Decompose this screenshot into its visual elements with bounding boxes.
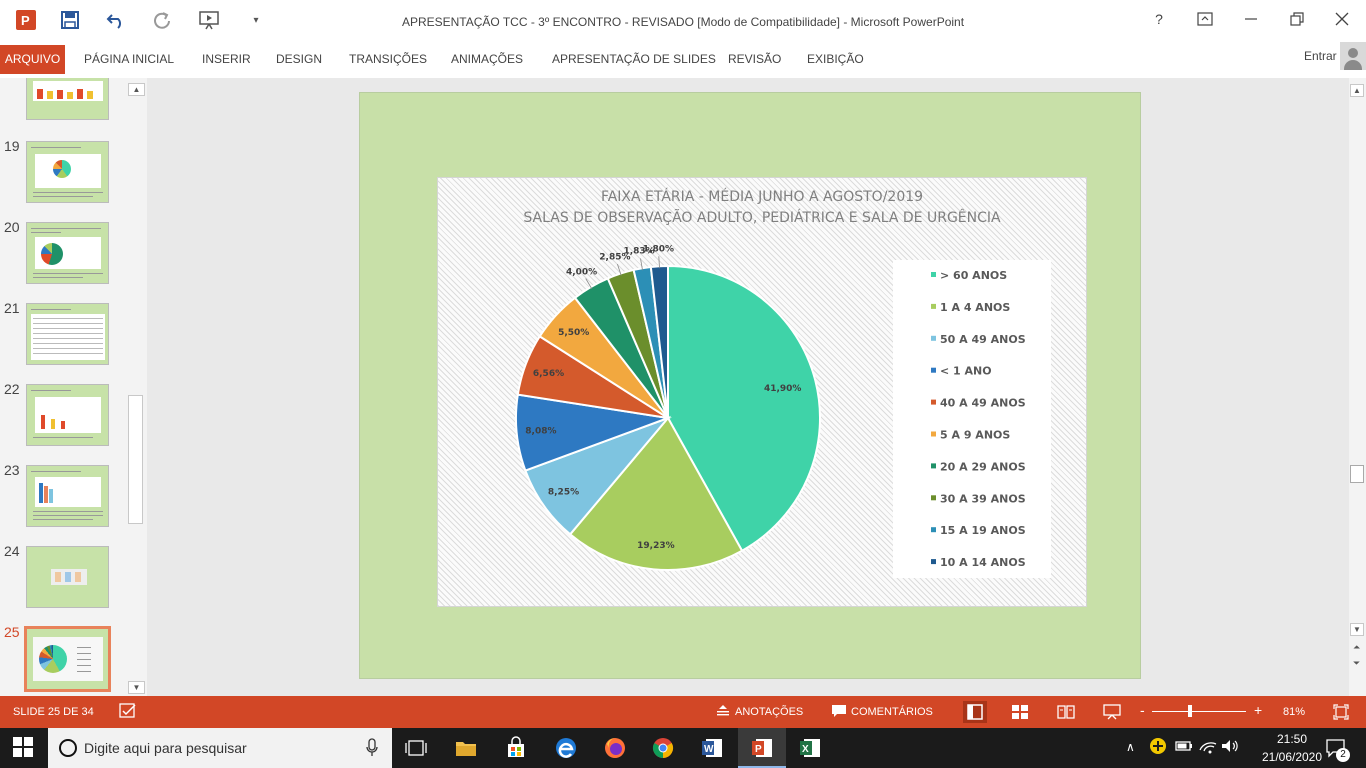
scroll-up-arrow-icon[interactable]: ▲ [1350,84,1364,97]
tab-view[interactable]: EXIBIÇÃO [807,52,864,66]
avatar[interactable] [1340,42,1366,70]
task-view-icon[interactable] [404,736,428,760]
tab-slideshow[interactable]: APRESENTAÇÃO DE SLIDES [552,52,716,66]
title-bar: P ▾ APRESENTAÇÃO TCC - 3º ENCONTRO - REV… [0,0,1366,40]
fit-to-window-icon[interactable] [1333,704,1349,723]
comments-button[interactable]: COMENTÁRIOS [851,706,933,718]
ribbon-tabs: ARQUIVO PÁGINA INICIAL INSERIR DESIGN TR… [0,40,1366,78]
scroll-up-arrow-icon[interactable]: ▲ [128,83,145,96]
microphone-icon[interactable] [366,738,378,763]
slide-thumbnail[interactable] [26,141,109,203]
chart-legend-background [893,260,1051,578]
volume-icon[interactable] [1220,736,1244,760]
editor-scrollbar[interactable]: ▲ ▼ ⏶ ⏷ [1349,78,1366,696]
windows-start-icon[interactable] [12,736,36,760]
scroll-down-arrow-icon[interactable]: ▼ [1350,623,1364,636]
normal-view-icon[interactable] [963,701,987,723]
status-bar: SLIDE 25 DE 34 ANOTAÇÕES COMENTÁRIOS - +… [0,696,1366,728]
slide-thumbnail[interactable] [26,303,109,365]
thumbnail-number: 25 [4,624,20,640]
tab-home[interactable]: PÁGINA INICIAL [84,52,174,66]
slide-thumbnail[interactable] [26,546,109,608]
notes-icon[interactable] [716,704,730,721]
scroll-down-arrow-icon[interactable]: ▼ [128,681,145,694]
firefox-icon[interactable] [603,736,627,760]
show-hidden-icons-icon[interactable]: ∧ [1126,740,1150,764]
clock-date[interactable]: 21/06/2020 [1256,750,1328,764]
previous-slide-icon[interactable]: ⏶ [1353,642,1360,653]
notification-center-icon[interactable]: 2 [1324,736,1350,762]
zoom-out-button[interactable]: - [1140,702,1145,718]
slide-thumbnail[interactable] [26,465,109,527]
windows-taskbar: Digite aqui para pesquisar W P X ∧ 21:50… [0,728,1366,768]
zoom-slider-thumb[interactable] [1187,705,1192,717]
thumbnail-number: 20 [4,219,20,235]
svg-text:P: P [755,744,762,755]
svg-text:X: X [802,744,809,755]
ribbon-display-options-icon[interactable] [1190,8,1220,30]
thumbnail-number: 19 [4,138,20,154]
notification-count-badge: 2 [1336,748,1350,762]
excel-icon[interactable]: X [798,736,822,760]
tab-animations[interactable]: ANIMAÇÕES [451,52,523,66]
tab-transitions[interactable]: TRANSIÇÕES [349,52,427,66]
battery-icon[interactable] [1174,736,1198,760]
edge-browser-icon[interactable] [554,736,578,760]
store-icon[interactable] [504,736,528,760]
wifi-icon[interactable] [1198,736,1222,760]
reading-view-icon[interactable] [1057,704,1075,723]
thumbnail-number: 22 [4,381,20,397]
help-button[interactable]: ? [1144,8,1174,30]
svg-text:W: W [704,744,714,755]
security-shield-icon[interactable] [1148,736,1172,760]
tab-review[interactable]: REVISÃO [728,52,781,66]
sign-in-link[interactable]: Entrar [1304,49,1337,63]
slide-counter: SLIDE 25 DE 34 [13,706,94,718]
slide-thumbnail-active[interactable] [24,626,111,692]
slide-thumbnail-pane: 19 20 21 22 23 24 25 [0,78,147,696]
spell-check-icon[interactable] [119,703,137,722]
slide-thumbnail[interactable] [26,222,109,284]
minimize-icon[interactable] [1236,8,1266,30]
tab-insert[interactable]: INSERIR [202,52,251,66]
word-icon[interactable]: W [700,736,724,760]
file-explorer-icon[interactable] [454,736,478,760]
notes-button[interactable]: ANOTAÇÕES [735,706,803,718]
chrome-icon[interactable] [651,736,675,760]
tab-design[interactable]: DESIGN [276,52,322,66]
thumbnail-number: 24 [4,543,20,559]
cortana-icon [58,738,78,763]
slide-thumbnail[interactable] [26,384,109,446]
zoom-level[interactable]: 81% [1283,706,1305,718]
clock-time[interactable]: 21:50 [1268,732,1316,746]
close-icon[interactable] [1327,8,1357,30]
slideshow-view-icon[interactable] [1103,704,1121,723]
search-placeholder: Digite aqui para pesquisar [84,740,247,756]
slide-thumbnail[interactable] [26,78,109,120]
thumbnail-scrollbar[interactable]: ▲ ▼ [128,83,145,694]
zoom-in-button[interactable]: + [1254,702,1262,718]
scrollbar-thumb[interactable] [128,395,143,524]
powerpoint-taskbar-icon[interactable]: P [738,728,786,768]
slide-sorter-icon[interactable] [1011,704,1029,723]
next-slide-icon[interactable]: ⏷ [1353,658,1360,669]
zoom-slider[interactable] [1152,711,1246,712]
scrollbar-thumb[interactable] [1350,465,1364,483]
thumbnail-number: 21 [4,300,20,316]
restore-icon[interactable] [1282,8,1312,30]
comments-icon[interactable] [831,704,847,721]
thumbnail-number: 23 [4,462,20,478]
tab-file[interactable]: ARQUIVO [0,45,65,74]
